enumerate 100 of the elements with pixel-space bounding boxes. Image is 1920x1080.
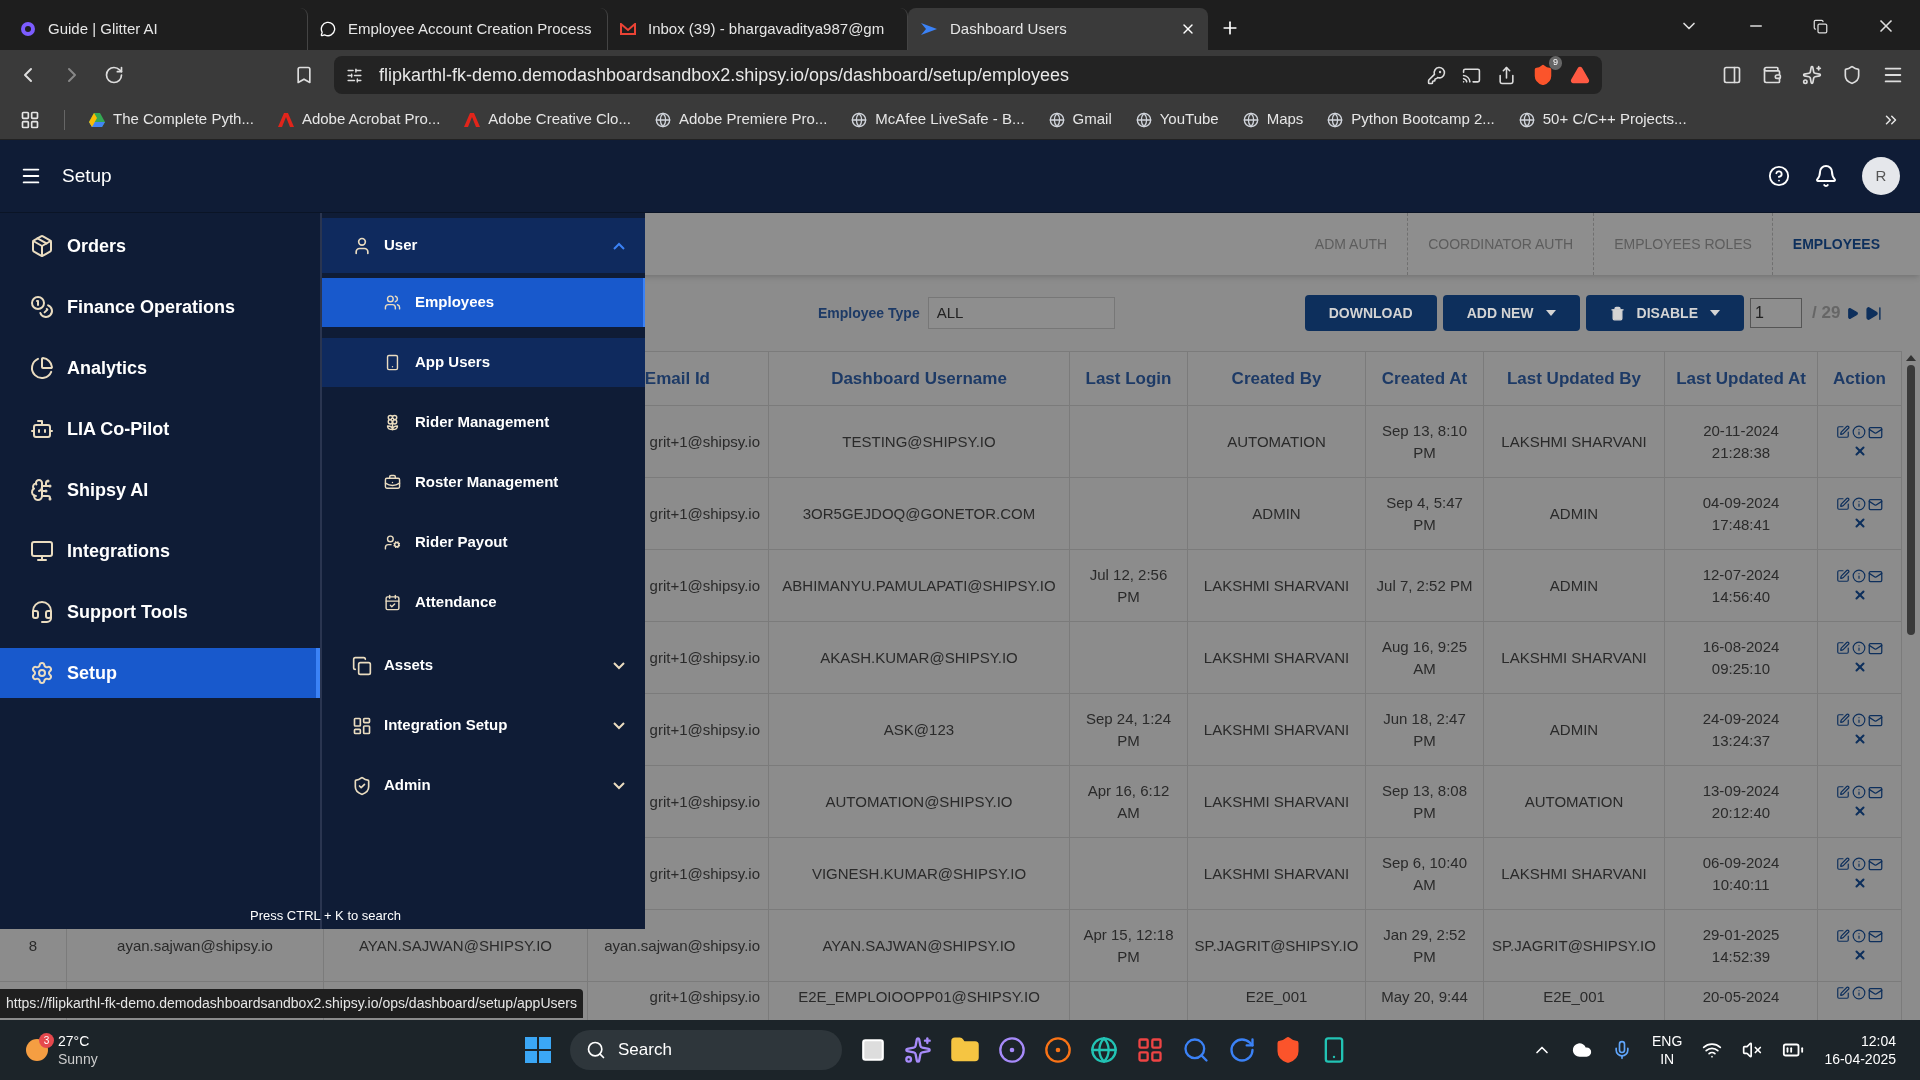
language-indicator[interactable]: ENG IN <box>1652 1032 1683 1068</box>
site-settings-icon[interactable] <box>346 66 363 84</box>
taskbar-search[interactable]: Search <box>570 1030 842 1070</box>
vpn-icon[interactable] <box>1842 65 1862 85</box>
submenu-item[interactable]: Attendance <box>322 578 645 627</box>
bell-icon[interactable] <box>1814 164 1838 188</box>
submenu-item[interactable]: Rider Payout <box>322 518 645 567</box>
menu-group[interactable]: Integration Setup <box>322 698 645 753</box>
sidebar-item[interactable]: Orders <box>0 221 320 271</box>
bookmark-item[interactable]: 50+ C/C++ Projects... <box>1518 108 1687 131</box>
mail-icon[interactable] <box>1868 497 1883 512</box>
apps-icon[interactable] <box>20 109 40 130</box>
submenu-item[interactable]: Rider Management <box>322 398 645 447</box>
reload-icon[interactable] <box>104 65 124 85</box>
edit-icon[interactable] <box>1836 857 1850 871</box>
toolbar-button[interactable]: DOWNLOAD <box>1304 295 1437 331</box>
mail-icon[interactable] <box>1868 641 1883 656</box>
info-icon[interactable] <box>1852 569 1866 583</box>
wallet-icon[interactable] <box>1762 65 1782 85</box>
help-icon[interactable] <box>1768 165 1790 187</box>
page-field[interactable]: 1 <box>1750 298 1802 328</box>
info-icon[interactable] <box>1852 785 1866 799</box>
info-icon[interactable] <box>1852 641 1866 655</box>
sidebar-item[interactable]: Setup <box>0 648 320 698</box>
weather-widget[interactable]: 3 27°C Sunny <box>24 1032 424 1068</box>
submenu-item[interactable]: Employees <box>322 278 645 327</box>
sidebar-item[interactable]: Finance Operations <box>0 282 320 332</box>
address-bar[interactable]: flipkarthl-fk-demo.demodashboardsandbox2.shipsy.io/ops/dashboard/setup/employees 9 <box>334 56 1602 94</box>
toolbar-button[interactable]: DISABLE <box>1585 295 1744 331</box>
edit-icon[interactable] <box>1836 986 1850 1000</box>
store-icon[interactable] <box>1136 1036 1164 1064</box>
sidebar-item[interactable]: Shipsy AI <box>0 465 320 515</box>
share-icon[interactable] <box>1497 65 1516 85</box>
bookmark-item[interactable]: Adobe Acrobat Pro... <box>277 108 441 131</box>
tab[interactable]: EMPLOYEES <box>1771 213 1900 275</box>
windows-icon[interactable] <box>524 1036 552 1064</box>
menu-group[interactable]: Assets <box>322 638 645 693</box>
bookmark-item[interactable]: Adobe Creative Clo... <box>464 108 631 131</box>
cast-icon[interactable] <box>1462 65 1481 85</box>
edit-icon[interactable] <box>1836 713 1850 727</box>
mail-icon[interactable] <box>1868 713 1883 728</box>
employee-type-field[interactable]: ALL <box>927 297 1115 329</box>
mail-icon[interactable] <box>1868 929 1883 944</box>
mail-icon[interactable] <box>1868 857 1883 872</box>
edit-icon[interactable] <box>1836 425 1850 439</box>
app-icon[interactable] <box>1182 1036 1210 1064</box>
mail-icon[interactable] <box>1868 425 1883 440</box>
copilot-icon[interactable] <box>904 1036 932 1064</box>
edit-icon[interactable] <box>1836 497 1850 511</box>
info-icon[interactable] <box>1852 857 1866 871</box>
sparkle-icon[interactable] <box>1802 65 1822 85</box>
shield-icon[interactable] <box>1532 64 1554 86</box>
cloud-icon[interactable] <box>1572 1040 1593 1060</box>
bookmark-item[interactable]: Adobe Premiere Pro... <box>654 108 828 131</box>
sync-icon[interactable] <box>1228 1036 1256 1064</box>
rewards-icon[interactable] <box>1570 65 1590 85</box>
sidebar-item[interactable]: Analytics <box>0 343 320 393</box>
info-icon[interactable] <box>1852 929 1866 943</box>
bookmark-item[interactable]: McAfee LiveSafe - B... <box>851 108 1025 131</box>
edit-icon[interactable] <box>1836 785 1850 799</box>
avatar[interactable]: R <box>1862 157 1900 195</box>
app-icon[interactable] <box>998 1036 1026 1064</box>
mail-icon[interactable] <box>1868 986 1883 1001</box>
wifi-icon[interactable] <box>1702 1040 1723 1060</box>
restore-icon[interactable] <box>1813 18 1828 34</box>
menu-group[interactable]: Admin <box>322 758 645 813</box>
info-icon[interactable] <box>1852 497 1866 511</box>
scroll-up-icon[interactable] <box>1906 355 1916 361</box>
info-icon[interactable] <box>1852 986 1866 1000</box>
last-page-icon[interactable] <box>1865 304 1883 322</box>
task-view-icon[interactable] <box>860 1037 886 1063</box>
info-icon[interactable] <box>1852 713 1866 727</box>
browser-tab[interactable]: Dashboard Users <box>908 8 1208 50</box>
sidebar-item[interactable]: Support Tools <box>0 587 320 637</box>
submenu-item[interactable]: Roster Management <box>322 458 645 507</box>
bookmark-item[interactable]: YouTube <box>1135 108 1219 131</box>
edit-icon[interactable] <box>1836 569 1850 583</box>
sidebar-icon[interactable] <box>1722 65 1742 85</box>
menu-group[interactable]: User <box>322 218 645 273</box>
app-icon[interactable] <box>1044 1036 1072 1064</box>
clock[interactable]: 12:04 16-04-2025 <box>1824 1032 1896 1068</box>
info-icon[interactable] <box>1852 425 1866 439</box>
key-icon[interactable] <box>1427 65 1446 85</box>
next-page-icon[interactable] <box>1846 306 1860 320</box>
mail-icon[interactable] <box>1868 785 1883 800</box>
sidebar-item[interactable]: LIA Co-Pilot <box>0 404 320 454</box>
mail-icon[interactable] <box>1868 569 1883 584</box>
sidebar-item[interactable]: Integrations <box>0 526 320 576</box>
submenu-item[interactable]: App Users <box>322 338 645 387</box>
bookmark-icon[interactable] <box>294 65 314 85</box>
mute-icon[interactable] <box>1742 1040 1763 1060</box>
bookmark-item[interactable]: Python Bootcamp 2... <box>1327 108 1495 131</box>
edit-icon[interactable] <box>1836 641 1850 655</box>
bookmark-item[interactable]: The Complete Pyth... <box>89 108 254 131</box>
bookmark-item[interactable]: Maps <box>1242 108 1304 131</box>
bookmark-item[interactable]: Gmail <box>1048 108 1112 131</box>
scrollbar-thumb[interactable] <box>1907 365 1915 635</box>
toolbar-button[interactable]: ADD NEW <box>1442 295 1580 331</box>
edge-icon[interactable] <box>1090 1036 1118 1064</box>
edit-icon[interactable] <box>1836 929 1850 943</box>
